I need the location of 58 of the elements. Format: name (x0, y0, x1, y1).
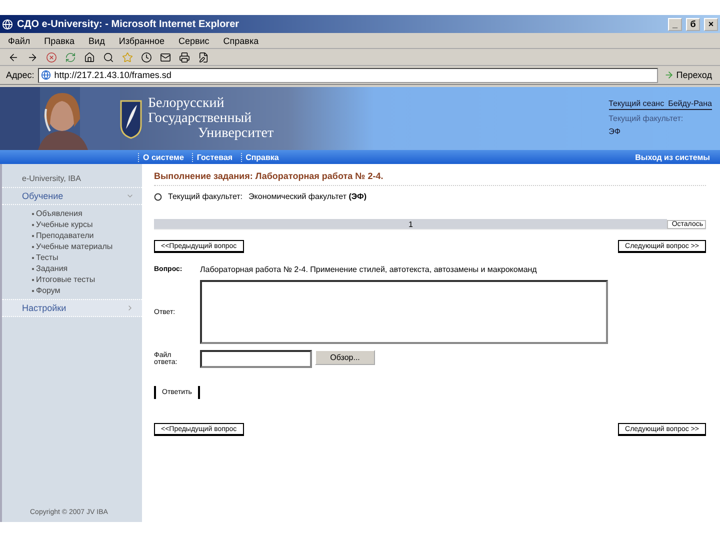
nav-link[interactable]: Гостевая (192, 152, 237, 162)
logout-link[interactable]: Выход из системы (631, 152, 714, 162)
page-heading: Выполнение задания: Лабораторная работа № 2-4. (154, 168, 706, 186)
sidebar-item[interactable]: Задания (36, 264, 68, 273)
session-label: Текущий сеанс (608, 99, 664, 108)
refresh-icon[interactable] (65, 52, 76, 62)
faculty-label: Текущий факультет: (608, 114, 684, 123)
faculty-name: Экономический факультет (ЭФ) (248, 192, 366, 201)
nav-link[interactable]: О системе (138, 152, 188, 162)
browse-button[interactable]: Обзор... (315, 350, 375, 365)
go-button[interactable]: Переход (662, 70, 714, 80)
sidebar-item[interactable]: Объявления (36, 209, 82, 218)
sidebar-item[interactable]: Итоговые тесты (36, 275, 96, 284)
star-icon[interactable] (122, 52, 133, 62)
sidebar-item[interactable]: Тесты (36, 253, 58, 262)
printer-icon[interactable] (179, 52, 190, 62)
sidebar-item[interactable]: Преподаватели (36, 231, 94, 240)
session-user: Бейду-Рана (668, 99, 712, 108)
answer-field[interactable] (200, 280, 608, 344)
browser-icon (2, 18, 13, 30)
menu-item[interactable]: Вид (88, 36, 105, 46)
page-icon (41, 70, 52, 80)
sidebar-section[interactable]: Настройки (2, 299, 142, 317)
menu-item[interactable]: Сервис (178, 36, 210, 46)
back-icon[interactable] (8, 52, 19, 62)
sidebar-item[interactable]: Форум (36, 286, 60, 295)
search-icon[interactable] (103, 52, 114, 62)
window-control-button[interactable]: б (686, 18, 700, 30)
question-number[interactable]: 1 (408, 220, 413, 228)
home-icon[interactable] (84, 52, 95, 62)
menu-item[interactable]: Правка (44, 36, 75, 46)
window-control-button[interactable]: _ (668, 18, 682, 30)
window-title: СДО e-University: - Microsoft Internet Explorer (17, 18, 240, 30)
sidebar-item[interactable]: Учебные материалы (36, 242, 113, 251)
mail-icon[interactable] (160, 52, 171, 62)
forward-icon[interactable] (27, 52, 38, 62)
stop-icon[interactable] (46, 52, 57, 62)
window-control-button[interactable]: × (704, 18, 718, 30)
faculty-value: ЭФ (608, 127, 622, 136)
menu-item[interactable]: Справка (223, 36, 259, 46)
file-field[interactable] (200, 350, 312, 368)
faculty-label: Текущий факультет: (168, 192, 243, 201)
edit-icon[interactable] (198, 52, 209, 62)
university-logo-text: Белорусский Государственный Университет (148, 96, 274, 141)
chevron-right-icon (126, 304, 134, 312)
menu-item[interactable]: Избранное (118, 36, 164, 46)
arrow-icon (664, 70, 674, 80)
sidebar-item[interactable]: Учебные курсы (36, 220, 93, 229)
sidebar-section[interactable]: Обучение (2, 187, 142, 205)
question-text: Лабораторная работа № 2-4. Применение стилей, автотекста, автозамены и макрокоманд (200, 265, 538, 274)
nav-link[interactable]: Справка (240, 152, 283, 162)
clock-icon[interactable] (141, 52, 152, 62)
menu-item[interactable]: Файл (8, 36, 30, 46)
address-field[interactable]: http://217.21.43.10/frames.sd (38, 68, 658, 82)
chevron-down-icon (126, 192, 134, 200)
shield-icon (120, 98, 142, 138)
brand-text: e-University, IBA (21, 173, 82, 185)
address-label: Адрес: (6, 70, 34, 80)
